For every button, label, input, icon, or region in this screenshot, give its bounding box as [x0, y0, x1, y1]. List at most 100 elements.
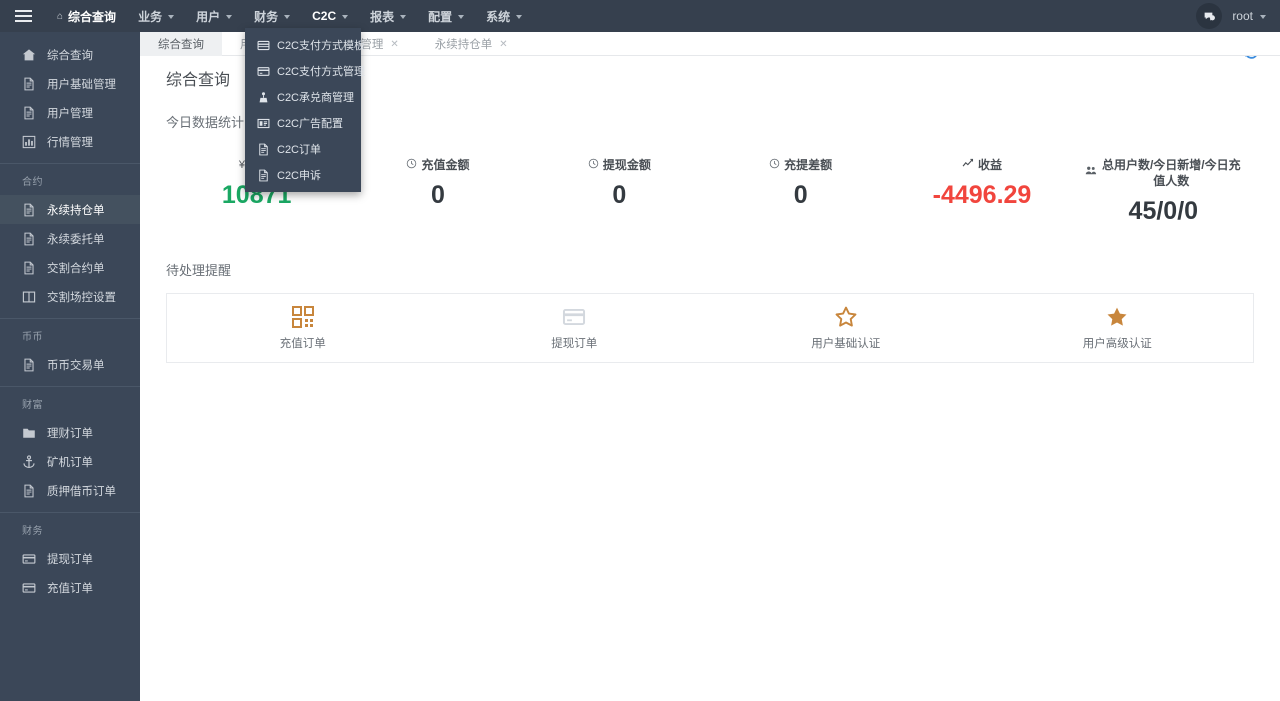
sidebar-item-0-2[interactable]: 用户管理 — [0, 98, 140, 127]
star-outline-icon — [834, 305, 858, 329]
top-nav-label: 业务 — [138, 8, 162, 25]
top-nav-item-6[interactable]: 配置 — [417, 0, 475, 32]
sidebar-item-0-3[interactable]: 行情管理 — [0, 127, 140, 156]
reminder-item-2[interactable]: 用户基础认证 — [710, 294, 982, 362]
chevron-down-icon — [516, 15, 522, 19]
sidebar-item-label: 交割合约单 — [47, 260, 105, 276]
reminders-panel-title: 待处理提醒 — [166, 260, 1254, 279]
stat-label-wrap: 收益 — [891, 157, 1072, 173]
sidebar-item-1-3[interactable]: 交割场控设置 — [0, 282, 140, 311]
top-nav-item-1[interactable]: 业务 — [127, 0, 185, 32]
top-nav-item-5[interactable]: 报表 — [359, 0, 417, 32]
anchor-icon — [22, 455, 36, 469]
stat-label-wrap: 充提差额 — [710, 157, 891, 173]
chat-bubble-icon[interactable] — [1196, 3, 1222, 29]
sidebar-item-3-0[interactable]: 理财订单 — [0, 418, 140, 447]
clock-icon — [588, 157, 599, 173]
sidebar-item-label: 质押借币订单 — [47, 483, 116, 499]
sidebar-item-label: 矿机订单 — [47, 454, 93, 470]
top-nav-item-2[interactable]: 用户 — [185, 0, 243, 32]
reminder-item-3[interactable]: 用户高级认证 — [982, 294, 1254, 362]
bar-chart-icon — [22, 135, 36, 149]
sidebar-item-1-0[interactable]: 永续持仓单 — [0, 195, 140, 224]
close-icon[interactable]: ✕ — [390, 39, 398, 50]
dropdown-item-4[interactable]: C2C订单 — [245, 136, 361, 162]
document-icon — [22, 261, 36, 275]
sidebar-item-2-0[interactable]: 币币交易单 — [0, 350, 140, 379]
sidebar-item-4-0[interactable]: 提现订单 — [0, 544, 140, 573]
sidebar-item-3-2[interactable]: 质押借币订单 — [0, 476, 140, 505]
dropdown-item-3[interactable]: C2C广告配置 — [245, 110, 361, 136]
stat-label-wrap: 总用户数/今日新增/今日充值人数 — [1073, 157, 1254, 189]
document-icon — [22, 77, 36, 91]
chevron-down-icon — [284, 15, 290, 19]
top-nav-label: 配置 — [428, 8, 452, 25]
columns-icon — [22, 290, 36, 304]
sidebar-item-label: 充值订单 — [47, 580, 93, 596]
home-icon: ⌂ — [57, 11, 63, 22]
stat-card-5: 总用户数/今日新增/今日充值人数 45/0/0 — [1073, 157, 1254, 226]
stat-card-2: 提现金额0 — [529, 157, 710, 210]
sidebar-item-label: 币币交易单 — [47, 357, 105, 373]
tab-3[interactable]: 永续持仓单✕ — [417, 32, 526, 56]
stat-value: -4496.29 — [891, 181, 1072, 210]
chevron-down-icon — [168, 15, 174, 19]
document-icon — [22, 232, 36, 246]
clock-icon — [406, 157, 417, 173]
dropdown-item-2[interactable]: C2C承兑商管理 — [245, 84, 361, 110]
sidebar-group-header: 财富 — [0, 387, 140, 418]
stat-value: 45/0/0 — [1073, 197, 1254, 226]
card-template-icon — [257, 39, 270, 52]
sidebar: 综合查询用户基础管理用户管理行情管理合约永续持仓单永续委托单交割合约单交割场控设… — [0, 32, 140, 701]
dropdown-item-1[interactable]: C2C支付方式管理 — [245, 58, 361, 84]
reminder-label: 充值订单 — [280, 335, 326, 351]
sidebar-item-label: 永续委托单 — [47, 231, 105, 247]
close-icon[interactable]: ✕ — [499, 39, 507, 50]
top-nav-label: 用户 — [196, 8, 220, 25]
top-nav-item-0[interactable]: ⌂综合查询 — [46, 0, 127, 32]
reminder-item-0[interactable]: 充值订单 — [167, 294, 439, 362]
reminder-label: 用户高级认证 — [1083, 335, 1152, 351]
stat-label: 充提差额 — [784, 157, 832, 173]
top-nav-item-7[interactable]: 系统 — [475, 0, 533, 32]
sidebar-item-3-1[interactable]: 矿机订单 — [0, 447, 140, 476]
dropdown-item-5[interactable]: C2C申诉 — [245, 162, 361, 188]
dropdown-item-0[interactable]: C2C支付方式模板 — [245, 32, 361, 58]
users-icon — [1085, 165, 1097, 181]
credit-card-icon — [22, 581, 36, 595]
sidebar-item-label: 永续持仓单 — [47, 202, 105, 218]
chevron-down-icon — [342, 15, 348, 19]
stat-card-1: 充值金额0 — [347, 157, 528, 210]
c2c-dropdown-menu[interactable]: C2C支付方式模板C2C支付方式管理C2C承兑商管理 C2C广告配置 C2C订单 C2… — [245, 28, 361, 192]
top-nav-label: 系统 — [486, 8, 510, 25]
merchant-icon — [257, 91, 270, 104]
sidebar-item-label: 用户基础管理 — [47, 76, 116, 92]
sidebar-item-1-1[interactable]: 永续委托单 — [0, 224, 140, 253]
tab-0[interactable]: 综合查询 — [140, 32, 222, 56]
reminders-panel: 待处理提醒 — [166, 260, 1254, 279]
top-nav-label: 报表 — [370, 8, 394, 25]
stat-label: 总用户数/今日新增/今日充值人数 — [1101, 157, 1242, 189]
qr-code-icon — [291, 305, 315, 329]
folder-icon — [22, 426, 36, 440]
credit-card-icon — [562, 305, 586, 329]
stat-card-4: 收益 -4496.29 — [891, 157, 1072, 210]
sidebar-item-1-2[interactable]: 交割合约单 — [0, 253, 140, 282]
reminder-item-1[interactable]: 提现订单 — [439, 294, 711, 362]
stat-label: 充值金额 — [421, 157, 469, 173]
sidebar-item-label: 提现订单 — [47, 551, 93, 567]
chevron-down-icon — [226, 15, 232, 19]
sidebar-item-4-1[interactable]: 充值订单 — [0, 573, 140, 602]
sidebar-item-0-1[interactable]: 用户基础管理 — [0, 69, 140, 98]
dropdown-item-label: C2C订单 — [277, 141, 321, 157]
star-filled-icon — [1105, 305, 1129, 329]
sidebar-item-0-0[interactable]: 综合查询 — [0, 40, 140, 69]
top-right-actions: root — [1196, 0, 1280, 32]
dropdown-item-label: C2C广告配置 — [277, 115, 343, 131]
document-icon — [22, 484, 36, 498]
sidebar-item-label: 理财订单 — [47, 425, 93, 441]
user-menu[interactable]: root — [1232, 9, 1266, 23]
hamburger-icon[interactable] — [0, 0, 46, 32]
home-icon — [22, 48, 36, 62]
reminder-label: 用户基础认证 — [811, 335, 880, 351]
